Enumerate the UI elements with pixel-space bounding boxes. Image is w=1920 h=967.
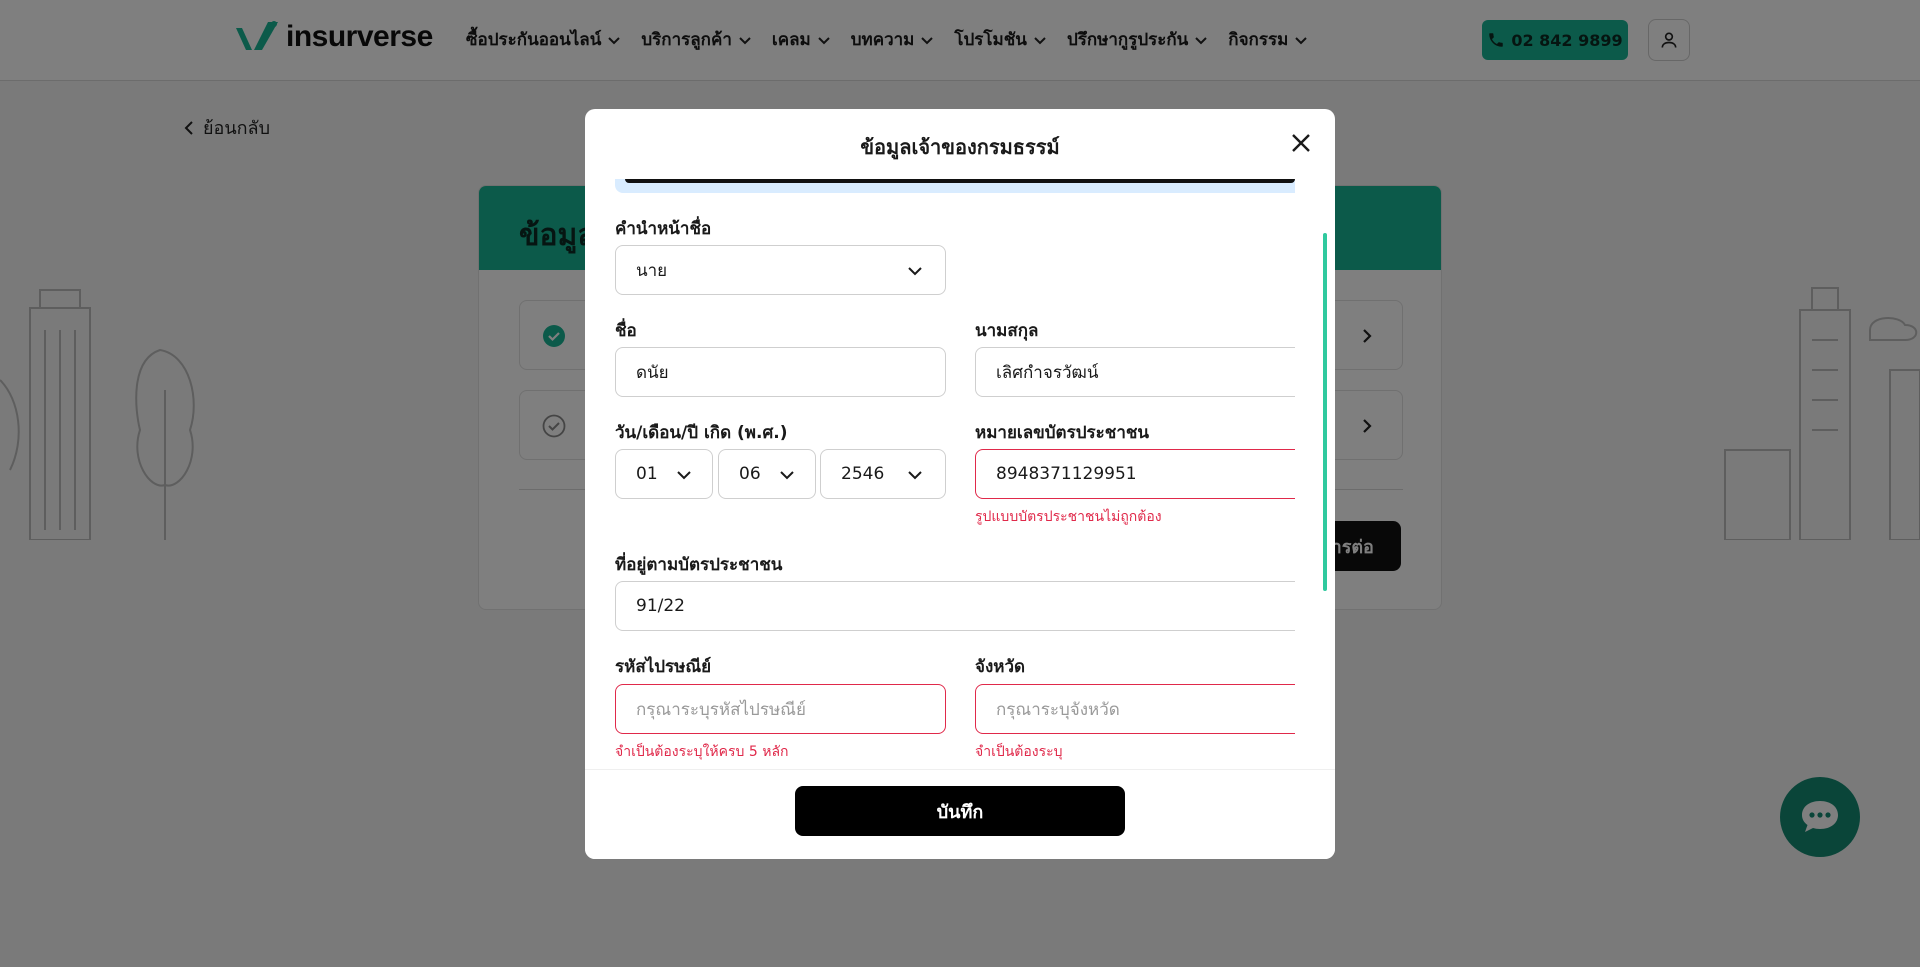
close-icon[interactable] (1289, 131, 1313, 155)
birth-month-select[interactable]: 06 (718, 449, 816, 499)
modal-form: คำนำหน้าชื่อ นาย ชื่อ ดนัย นามสกุล เลิศก… (615, 179, 1295, 779)
address-value: 91/22 (636, 596, 685, 616)
first-name-field[interactable]: ดนัย (615, 347, 946, 397)
address-field[interactable]: 91/22 (615, 581, 1295, 631)
birth-day-value: 01 (636, 464, 658, 484)
chevron-down-icon (908, 471, 922, 480)
save-button[interactable]: บันทึก (795, 786, 1125, 836)
province-error: จำเป็นต้องระบุ (975, 744, 1063, 760)
postcode-label: รหัสไปรษณีย์ (615, 657, 712, 677)
modal-title: ข้อมูลเจ้าของกรมธรรม์ (860, 135, 1060, 159)
last-name-value: เลิศกำจรวัฒน์ (996, 362, 1099, 383)
postcode-error: จำเป็นต้องระบุให้ครบ 5 หลัก (615, 744, 789, 760)
birth-year-select[interactable]: 2546 (820, 449, 946, 499)
first-name-value: ดนัย (636, 362, 669, 383)
postcode-placeholder: กรุณาระบุรหัสไปรษณีย์ (636, 699, 806, 720)
id-card-label: หมายเลขบัตรประชาชน (975, 423, 1150, 443)
province-field[interactable]: กรุณาระบุจังหวัด (975, 684, 1295, 734)
birth-day-select[interactable]: 01 (615, 449, 713, 499)
chevron-down-icon (908, 267, 922, 276)
last-name-field[interactable]: เลิศกำจรวัฒน์ (975, 347, 1295, 397)
first-name-label: ชื่อ (615, 321, 637, 341)
birth-date-label: วัน/เดือน/ปี เกิด (พ.ศ.) (615, 423, 788, 443)
prefix-label: คำนำหน้าชื่อ (615, 219, 712, 239)
modal-footer: บันทึก (585, 769, 1335, 859)
province-label: จังหวัด (975, 657, 1026, 677)
prefix-select[interactable]: นาย (615, 245, 946, 295)
chevron-down-icon (677, 471, 691, 480)
policy-owner-modal: ข้อมูลเจ้าของกรมธรรม์ คำนำหน้าชื่อ นาย ช… (585, 109, 1335, 859)
id-card-field[interactable]: 8948371129951 (975, 449, 1295, 499)
previous-section-edge (615, 179, 1295, 193)
birth-year-value: 2546 (841, 464, 885, 484)
id-card-value: 8948371129951 (996, 464, 1137, 484)
chevron-down-icon (780, 471, 794, 480)
province-placeholder: กรุณาระบุจังหวัด (996, 699, 1120, 720)
prefix-value: นาย (636, 260, 668, 281)
last-name-label: นามสกุล (975, 321, 1039, 341)
birth-month-value: 06 (739, 464, 761, 484)
postcode-field[interactable]: กรุณาระบุรหัสไปรษณีย์ (615, 684, 946, 734)
id-card-error: รูปแบบบัตรประชาชนไม่ถูกต้อง (975, 509, 1162, 525)
address-label: ที่อยู่ตามบัตรประชาชน (615, 555, 783, 575)
modal-scrollbar[interactable] (1323, 233, 1327, 591)
